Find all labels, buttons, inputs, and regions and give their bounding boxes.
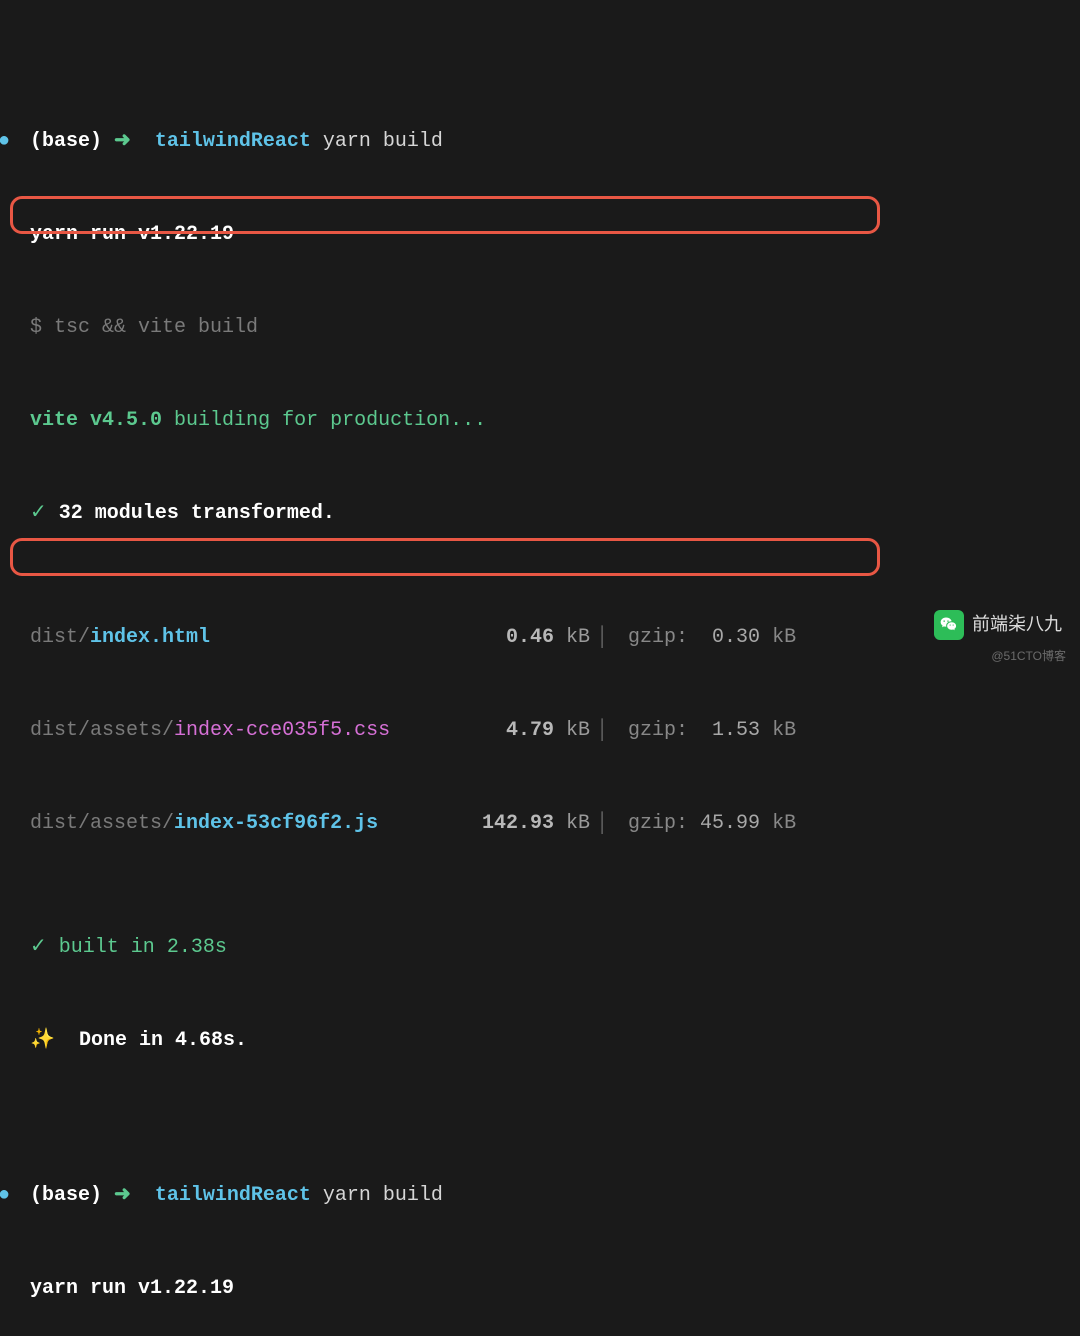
prompt-line: ● (base) ➜ tailwindReact yarn build	[0, 126, 1080, 157]
yarn-run-line: yarn run v1.22.19	[0, 1273, 1080, 1304]
yarn-run-line: yarn run v1.22.19	[0, 219, 1080, 250]
prompt-line: ● (base) ➜ tailwindReact yarn build	[0, 1180, 1080, 1211]
site-watermark: @51CTO博客	[991, 647, 1066, 666]
built-in-line: ✓ built in 2.38s	[0, 932, 1080, 963]
build-file-row: dist/assets/index-cce035f5.css4.79 kB│gz…	[0, 715, 1080, 746]
build-file-row: dist/index.html0.46 kB│gzip: 0.30 kB	[0, 622, 1080, 653]
subcommand-line: $ tsc && vite build	[0, 312, 1080, 343]
transformed-line: ✓ 32 modules transformed.	[0, 498, 1080, 529]
build-file-row: dist/assets/index-53cf96f2.js142.93 kB│g…	[0, 808, 1080, 839]
terminal[interactable]: ● (base) ➜ tailwindReact yarn build yarn…	[0, 2, 1080, 1336]
wechat-watermark: 前端柒八九	[934, 610, 1062, 640]
wechat-label: 前端柒八九	[972, 611, 1062, 639]
wechat-icon	[934, 610, 964, 640]
vite-building-line: vite v4.5.0 building for production...	[0, 405, 1080, 436]
done-line: ✨ Done in 4.68s.	[0, 1025, 1080, 1056]
